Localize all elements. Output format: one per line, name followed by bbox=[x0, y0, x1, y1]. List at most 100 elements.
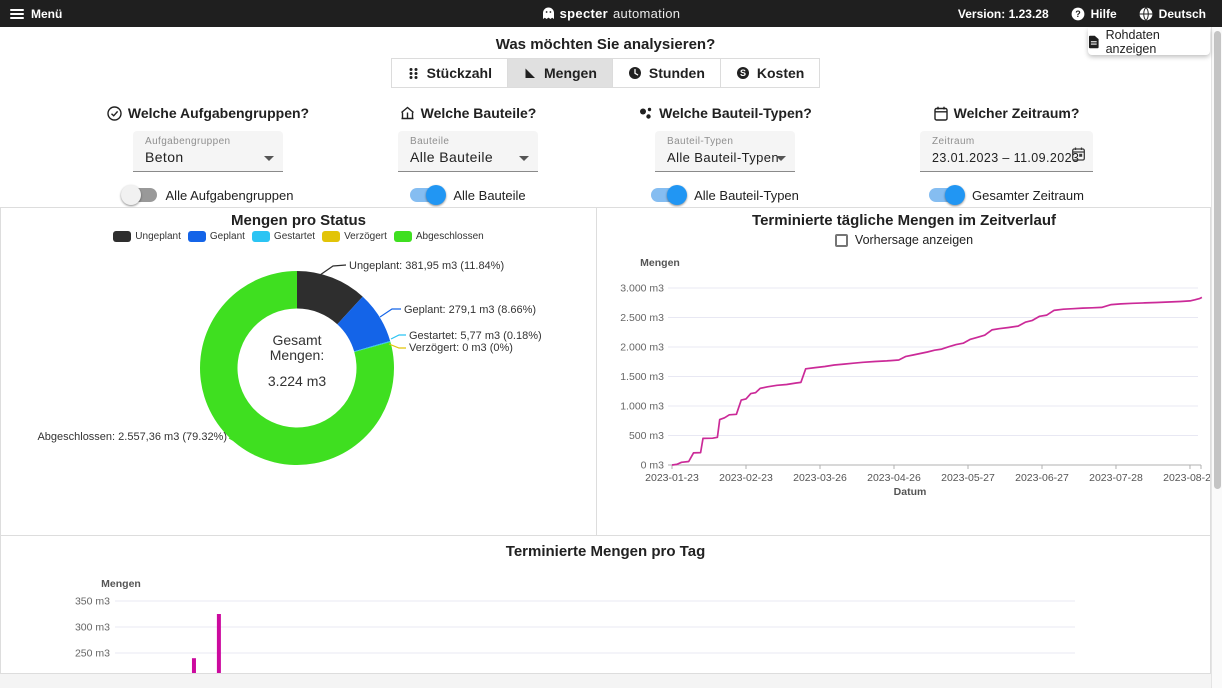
donut-center-label: Gesamt Mengen: 3.224 m3 bbox=[240, 333, 354, 389]
tab-mengen[interactable]: Mengen bbox=[507, 58, 613, 88]
document-icon bbox=[1088, 35, 1100, 49]
y-axis-title: Mengen bbox=[640, 257, 680, 269]
callout-geplant: Geplant: 279,1 m3 (8.66%) bbox=[404, 304, 536, 316]
globe-icon bbox=[1139, 7, 1153, 21]
legend-label: Verzögert bbox=[344, 231, 387, 242]
toggle-label: Gesamter Zeitraum bbox=[972, 188, 1084, 203]
svg-text:S: S bbox=[740, 68, 746, 78]
legend-swatch bbox=[394, 231, 412, 242]
x-tick-label: 2023-05-27 bbox=[941, 472, 995, 484]
donut-chart[interactable] bbox=[0, 248, 597, 535]
zeitraum-field[interactable]: Zeitraum 23.01.2023 – 11.09.2023 bbox=[920, 131, 1093, 172]
square-foot-icon bbox=[523, 66, 537, 80]
toggle-label: Alle Aufgabengruppen bbox=[166, 188, 294, 203]
y-axis-title: Mengen bbox=[101, 578, 141, 590]
forecast-checkbox-row[interactable]: Vorhersage anzeigen bbox=[598, 233, 1210, 247]
tab-label: Stückzahl bbox=[427, 65, 492, 81]
brand-suffix: automation bbox=[613, 6, 680, 21]
callout-leader-line bbox=[380, 309, 401, 317]
ghost-logo-icon bbox=[542, 6, 555, 21]
help-button[interactable]: ? Hilfe bbox=[1071, 7, 1117, 21]
tab-label: Kosten bbox=[757, 65, 804, 81]
legend-swatch bbox=[252, 231, 270, 242]
show-raw-data-label: Rohdaten anzeigen bbox=[1106, 28, 1210, 56]
cumulative-line-series[interactable] bbox=[672, 297, 1202, 465]
filter-question: Welcher Zeitraum? bbox=[880, 104, 1133, 122]
brand-name: specter bbox=[560, 6, 608, 21]
tab-stunden[interactable]: Stunden bbox=[612, 58, 721, 88]
date-range-value: 23.01.2023 – 11.09.2023 bbox=[932, 151, 1079, 165]
bottom-fold-strip bbox=[0, 673, 1211, 688]
callout-leader-line bbox=[391, 335, 406, 339]
legend-item[interactable]: Gestartet bbox=[252, 231, 315, 242]
bauteile-select[interactable]: Bauteile Alle Bauteile bbox=[398, 131, 538, 172]
tab-label: Mengen bbox=[544, 65, 597, 81]
legend-swatch bbox=[322, 231, 340, 242]
line-chart-title: Terminierte tägliche Mengen im Zeitverla… bbox=[598, 212, 1210, 229]
clock-icon bbox=[628, 66, 642, 80]
analyze-question: Was möchten Sie analysieren? bbox=[0, 36, 1211, 53]
top-bar: Menü specter automation Version: 1.23.28… bbox=[0, 0, 1222, 27]
legend-item[interactable]: Verzögert bbox=[322, 231, 387, 242]
language-label: Deutsch bbox=[1159, 7, 1206, 21]
alle-bauteil-typen-toggle[interactable] bbox=[651, 185, 685, 205]
select-value: Beton bbox=[145, 149, 184, 165]
legend-item[interactable]: Ungeplant bbox=[113, 231, 181, 242]
x-tick-label: 2023-07-28 bbox=[1089, 472, 1143, 484]
filter-question: Welche Aufgabengruppen? bbox=[58, 104, 358, 122]
callout-gestartet: Gestartet: 5,77 m3 (0.18%) bbox=[409, 330, 542, 342]
bar[interactable] bbox=[192, 658, 196, 673]
y-tick-label: 250 m3 bbox=[75, 648, 110, 660]
y-tick-label: 350 m3 bbox=[75, 596, 110, 608]
select-label: Bauteile bbox=[410, 136, 449, 147]
legend-swatch bbox=[113, 231, 131, 242]
line-chart[interactable]: 3.000 m32.500 m32.000 m31.500 m31.000 m3… bbox=[598, 252, 1210, 504]
vertical-scrollbar[interactable] bbox=[1211, 27, 1222, 688]
donut-center-line1: Gesamt bbox=[240, 333, 354, 348]
select-value: Alle Bauteil-Typen bbox=[667, 150, 779, 165]
chevron-down-icon bbox=[519, 156, 529, 161]
filter-bauteile: Welche Bauteile? Bauteile Alle Bauteile … bbox=[338, 104, 598, 205]
building-icon bbox=[400, 106, 415, 121]
x-tick-label: 2023-08-28 bbox=[1163, 472, 1210, 484]
bauteil-typen-select[interactable]: Bauteil-Typen Alle Bauteil-Typen bbox=[655, 131, 795, 172]
version-label: Version: 1.23.28 bbox=[958, 7, 1049, 21]
gesamter-zeitraum-toggle[interactable] bbox=[929, 185, 963, 205]
language-button[interactable]: Deutsch bbox=[1139, 7, 1206, 21]
help-icon: ? bbox=[1071, 7, 1085, 21]
filter-question-label: Welche Aufgabengruppen? bbox=[128, 105, 309, 121]
forecast-checkbox[interactable] bbox=[835, 234, 848, 247]
y-tick-label: 500 m3 bbox=[629, 430, 664, 442]
x-axis-title: Datum bbox=[894, 486, 927, 498]
aufgabengruppen-select[interactable]: Aufgabengruppen Beton bbox=[133, 131, 283, 172]
show-raw-data-button[interactable]: Rohdaten anzeigen bbox=[1088, 28, 1210, 55]
bar-chart-title: Terminierte Mengen pro Tag bbox=[0, 543, 1211, 560]
legend-item[interactable]: Geplant bbox=[188, 231, 245, 242]
x-tick-label: 2023-02-23 bbox=[719, 472, 773, 484]
analyze-tabs: Stückzahl Mengen Stunden S Kosten bbox=[0, 58, 1211, 88]
chevron-down-icon bbox=[264, 156, 274, 161]
alle-aufgabengruppen-toggle[interactable] bbox=[123, 185, 157, 205]
calendar-picker-icon[interactable] bbox=[1072, 147, 1085, 161]
legend-item[interactable]: Abgeschlossen bbox=[394, 231, 484, 242]
callout-leader-line bbox=[320, 265, 346, 275]
filter-bauteil-typen: Welche Bauteil-Typen? Bauteil-Typen Alle… bbox=[595, 104, 855, 205]
legend-swatch bbox=[188, 231, 206, 242]
bar-chart[interactable]: 350 m3300 m3250 m3Mengen bbox=[0, 560, 1211, 673]
donut-chart-title: Mengen pro Status bbox=[0, 212, 597, 229]
alle-bauteile-toggle[interactable] bbox=[410, 185, 444, 205]
callout-ungeplant: Ungeplant: 381,95 m3 (11.84%) bbox=[349, 260, 504, 272]
tab-kosten[interactable]: S Kosten bbox=[720, 58, 820, 88]
legend-label: Ungeplant bbox=[135, 231, 181, 242]
callout-verzoegert: Verzögert: 0 m3 (0%) bbox=[409, 342, 513, 354]
select-value: Alle Bauteile bbox=[410, 149, 493, 165]
toggle-label: Alle Bauteile bbox=[453, 188, 525, 203]
y-tick-label: 2.500 m3 bbox=[620, 312, 664, 324]
donut-total-value: 3.224 m3 bbox=[240, 374, 354, 389]
tab-stueckzahl[interactable]: Stückzahl bbox=[391, 58, 508, 88]
tab-label: Stunden bbox=[649, 65, 705, 81]
bar[interactable] bbox=[217, 614, 221, 673]
filter-aufgabengruppen: Welche Aufgabengruppen? Aufgabengruppen … bbox=[58, 104, 358, 205]
scrollbar-thumb[interactable] bbox=[1214, 31, 1221, 489]
check-circle-icon bbox=[107, 106, 122, 121]
